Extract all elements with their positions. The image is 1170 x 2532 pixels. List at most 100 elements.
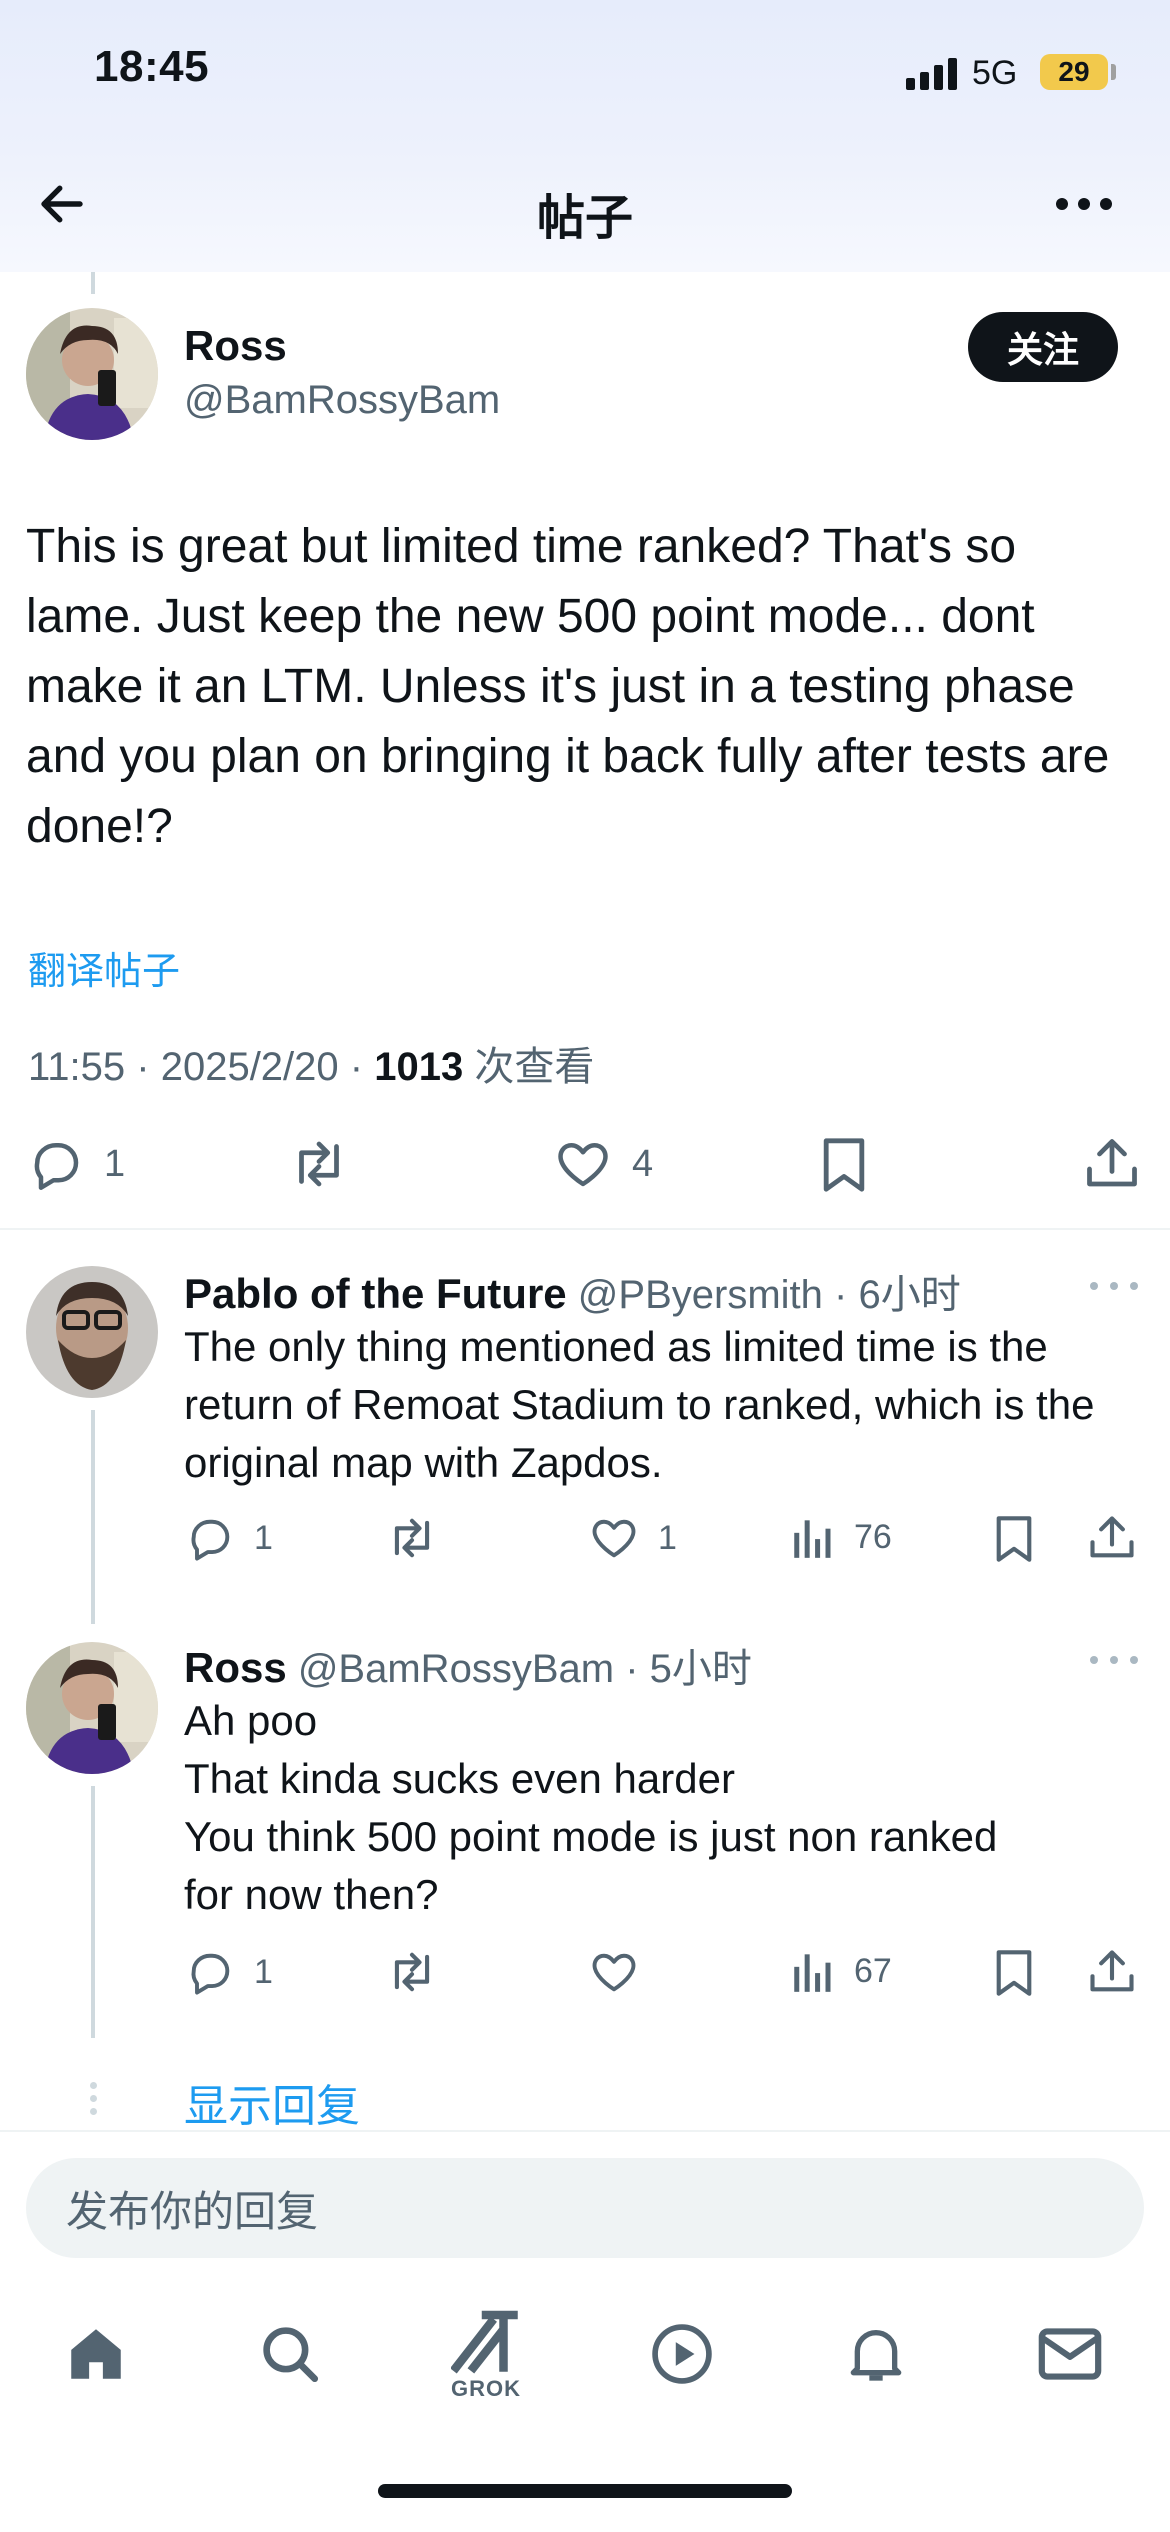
avatar[interactable] <box>26 1266 158 1398</box>
show-replies-link[interactable]: 显示回复 <box>184 2070 360 2134</box>
grok-icon <box>451 2310 518 2374</box>
post-date: 2025/2/20 <box>160 1045 339 1089</box>
like-button[interactable] <box>588 1946 640 1998</box>
repost-icon <box>394 1518 430 1558</box>
view-count: 76 <box>854 1517 892 1556</box>
post-time: 11:55 <box>28 1045 126 1089</box>
reply-text: Ah poo That kinda sucks even harder You … <box>184 1692 1144 1924</box>
tab-search[interactable] <box>242 2306 338 2402</box>
battery-icon: 29 <box>1040 54 1108 90</box>
views-button[interactable]: 67 <box>790 1946 892 1996</box>
meta-separator: · <box>136 1045 161 1089</box>
home-icon <box>71 2329 121 2379</box>
thread-line <box>91 1786 95 2038</box>
bookmark-icon <box>996 1950 1032 1996</box>
like-count: 1 <box>658 1518 677 1557</box>
avatar-image <box>26 1266 158 1398</box>
avatar[interactable] <box>26 308 158 440</box>
reply-handle[interactable]: @PByersmith <box>578 1273 823 1317</box>
reply-text: The only thing mentioned as limited time… <box>184 1323 1095 1486</box>
tab-messages[interactable] <box>1022 2306 1118 2402</box>
translate-post-link[interactable]: 翻译帖子 <box>28 940 180 995</box>
reply-input[interactable]: 发布你的回复 <box>26 2158 1144 2258</box>
play-icon <box>652 2324 712 2384</box>
network-type: 5G <box>972 54 1018 92</box>
reply-author-name[interactable]: Pablo of the Future <box>184 1270 567 1317</box>
thread-dots <box>90 2082 97 2115</box>
views-button[interactable]: 76 <box>790 1512 892 1562</box>
bookmark-button[interactable] <box>990 1946 1038 2000</box>
author-handle[interactable]: @BamRossyBam <box>184 378 500 423</box>
reply-count: 1 <box>254 1518 273 1557</box>
reply-icon <box>191 1519 230 1561</box>
meta-separator: · <box>834 1273 859 1317</box>
repost-button[interactable] <box>384 1512 440 1564</box>
meta-separator: · <box>625 1647 650 1691</box>
post-meta: 11:55 · 2025/2/20 · 1013 次查看 <box>28 1034 594 1092</box>
author-name[interactable]: Ross <box>184 322 287 370</box>
views-label: 次查看 <box>474 1045 595 1089</box>
like-count: 4 <box>632 1142 654 1185</box>
post-text: This is great but limited time ranked? T… <box>26 520 1110 853</box>
bookmark-button[interactable] <box>990 1512 1038 1566</box>
grok-label: GROK <box>451 2376 521 2401</box>
heart-icon <box>592 1953 636 1992</box>
repost-icon <box>299 1141 339 1187</box>
reply-button[interactable]: 1 <box>184 1946 273 1998</box>
divider <box>0 1228 1170 1230</box>
tab-grok[interactable]: GROK <box>438 2296 534 2412</box>
reply-icon <box>34 1143 79 1190</box>
search-icon <box>263 2327 319 2383</box>
reply-handle[interactable]: @BamRossyBam <box>298 1647 614 1691</box>
heart-icon <box>558 1143 608 1187</box>
mail-icon <box>1038 2328 1102 2380</box>
reply-text-line: You think 500 point mode is just non ran… <box>184 1813 998 1860</box>
bookmark-button[interactable] <box>816 1134 872 1196</box>
repost-button[interactable] <box>286 1134 352 1194</box>
share-icon <box>1087 1139 1137 1187</box>
reply-age: 6小时 <box>858 1273 961 1317</box>
analytics-icon <box>794 1954 831 1992</box>
signal-icon <box>906 56 958 90</box>
share-button[interactable] <box>1086 1512 1138 1564</box>
more-options-button[interactable] <box>1048 172 1120 236</box>
like-button[interactable]: 4 <box>552 1134 653 1194</box>
repost-button[interactable] <box>384 1946 440 1998</box>
reply-icon <box>191 1953 230 1995</box>
share-button[interactable] <box>1086 1946 1138 1998</box>
reply-button[interactable]: 1 <box>184 1512 273 1564</box>
reply-text-line: Ah poo <box>184 1697 318 1744</box>
tab-video[interactable] <box>634 2306 730 2402</box>
view-count: 1013 <box>374 1045 464 1089</box>
reply-author-name[interactable]: Ross <box>184 1644 287 1691</box>
reply-more-button[interactable] <box>1090 1650 1138 1670</box>
follow-button[interactable]: 关注 <box>968 312 1118 382</box>
thread-line <box>91 272 95 294</box>
status-time: 18:45 <box>94 42 210 91</box>
reply-age: 5小时 <box>649 1647 752 1691</box>
avatar[interactable] <box>26 1642 158 1774</box>
avatar-image <box>26 308 158 440</box>
reply-text-line: That kinda sucks even harder <box>184 1755 735 1802</box>
reply-header: Ross @BamRossyBam · 5小时 <box>184 1636 752 1694</box>
tab-notifications[interactable] <box>828 2306 924 2402</box>
home-indicator <box>378 2484 792 2498</box>
like-button[interactable]: 1 <box>588 1512 677 1564</box>
analytics-icon <box>794 1520 831 1558</box>
bell-icon <box>850 2330 902 2381</box>
tab-home[interactable] <box>48 2306 144 2402</box>
share-button[interactable] <box>1082 1134 1142 1194</box>
bookmark-icon <box>996 1516 1032 1562</box>
bookmark-icon <box>823 1138 865 1192</box>
heart-icon <box>592 1519 636 1558</box>
reply-button[interactable]: 1 <box>26 1134 125 1194</box>
reply-more-button[interactable] <box>1090 1276 1138 1296</box>
divider <box>0 2130 1170 2132</box>
more-horizontal-icon <box>1056 198 1112 210</box>
share-icon <box>1090 1516 1134 1558</box>
reply-header: Pablo of the Future @PByersmith · 6小时 <box>184 1262 961 1320</box>
avatar-image <box>26 1642 158 1774</box>
view-count: 67 <box>854 1951 892 1990</box>
repost-icon <box>394 1952 430 1992</box>
share-icon <box>1090 1950 1134 1992</box>
